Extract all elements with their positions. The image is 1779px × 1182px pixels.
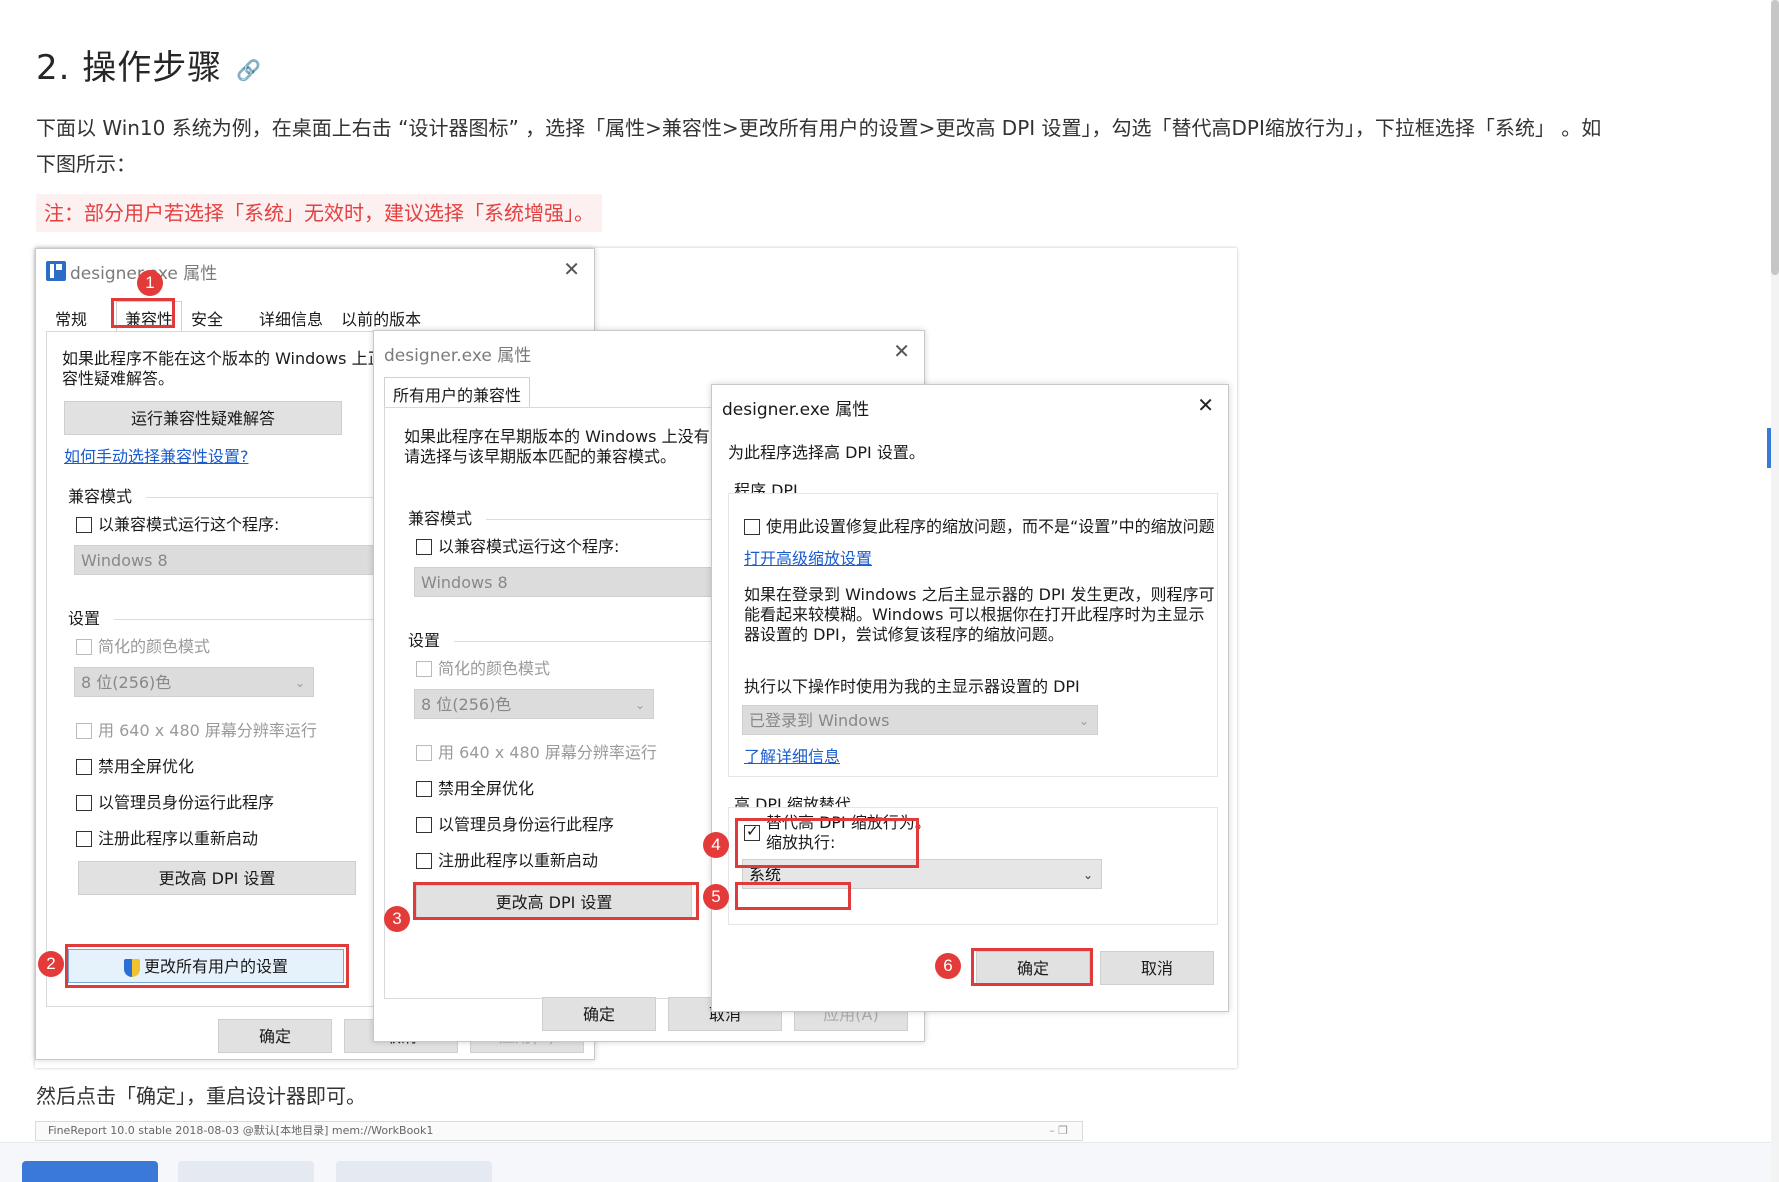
dialog3-title: designer.exe 属性 (722, 400, 870, 420)
dialog2-tabs: 所有用户的兼容性 (384, 377, 531, 411)
cancel-button[interactable]: 取消 (1100, 951, 1214, 985)
note-callout: 注：部分用户若选择「系统」无效时，建议选择「系统增强」。 (36, 194, 602, 232)
step-badge-2: 2 (38, 951, 64, 977)
register-restart-label: 注册此程序以重新启动 (98, 829, 259, 848)
disable-fullscreen-label: 禁用全屏优化 (98, 757, 195, 776)
run-admin-label: 以管理员身份运行此程序 (438, 815, 615, 834)
chevron-down-icon: ⌄ (634, 698, 645, 712)
highlight-change-all-users (65, 944, 349, 988)
highlight-compat-tab (111, 298, 175, 328)
side-indicator (1767, 428, 1771, 468)
ok-button[interactable]: 确定 (218, 1019, 332, 1053)
change-dpi-button[interactable]: 更改高 DPI 设置 (78, 861, 356, 895)
color-mode-value: 8 位(256)色 (81, 673, 172, 692)
highlight-ok-button (971, 948, 1093, 986)
use-setting-label: 使用此设置修复此程序的缩放问题，而不是“设置”中的缩放问题 (766, 517, 1215, 536)
toolbar-button-primary[interactable] (22, 1161, 158, 1182)
dialog2-intro: 如果此程序在早期版本的 Windows 上没有问 (404, 427, 726, 446)
highlight-system-option (735, 882, 851, 910)
dialog3-heading: 为此程序选择高 DPI 设置。 (728, 443, 925, 462)
tab-all-users-compat[interactable]: 所有用户的兼容性 (384, 377, 531, 411)
highlight-override-checkbox (735, 818, 919, 868)
ok-button[interactable]: 确定 (542, 997, 656, 1031)
highlight-change-dpi (413, 882, 699, 920)
settings-group-label: 设置 (408, 631, 441, 650)
toolbar-button-secondary[interactable] (178, 1161, 314, 1182)
high-dpi-dialog: designer.exe 属性 ✕ 为此程序选择高 DPI 设置。 程序 DPI… (711, 384, 1229, 1012)
dialog1-intro: 如果此程序不能在这个版本的 Windows 上正 (62, 349, 384, 368)
next-screenshot-strip: FineReport 10.0 stable 2018-08-03 @默认[本地… (35, 1121, 1083, 1141)
section-heading: 2. 操作步骤 🔗 (36, 40, 262, 89)
closing-paragraph: 然后点击「确定」，重启设计器即可。 (36, 1084, 366, 1108)
app-icon (46, 261, 66, 281)
run-admin-checkbox[interactable] (416, 817, 432, 833)
link-icon[interactable]: 🔗 (236, 58, 262, 82)
scrollbar-thumb[interactable] (1771, 0, 1779, 275)
step-badge-1: 1 (137, 270, 163, 296)
reduced-color-label: 简化的颜色模式 (98, 637, 211, 656)
tab-details[interactable]: 详细信息 (250, 301, 332, 335)
run-640-checkbox[interactable] (416, 745, 432, 761)
dialog2-title: designer.exe 属性 (384, 346, 532, 366)
intro-paragraph: 下面以 Win10 系统为例，在桌面上右击 “设计器图标” ，选择「属性>兼容性… (36, 116, 1602, 176)
chevron-down-icon: ⌄ (1082, 868, 1093, 882)
use-dpi-label: 执行以下操作时使用为我的主显示器设置的 DPI (744, 677, 1080, 696)
dpi-explain-2: 能看起来较模糊。Windows 可以根据你在打开此程序时为主显示 (744, 605, 1205, 624)
advanced-scaling-link[interactable]: 打开高级缩放设置 (744, 549, 872, 569)
dpi-explain-3: 器设置的 DPI，尝试修复该程序的缩放问题。 (744, 625, 1064, 644)
run-admin-label: 以管理员身份运行此程序 (98, 793, 275, 812)
close-icon[interactable]: ✕ (893, 339, 910, 363)
strip-title: FineReport 10.0 stable 2018-08-03 @默认[本地… (48, 1124, 434, 1137)
register-restart-label: 注册此程序以重新启动 (438, 851, 599, 870)
dialog2-intro2: 请选择与该早期版本匹配的兼容模式。 (404, 447, 677, 466)
compat-mode-label: 以兼容模式运行这个程序: (98, 515, 280, 534)
chevron-down-icon: ⌄ (294, 676, 305, 690)
dpi-explain-1: 如果在登录到 Windows 之后主显示器的 DPI 发生更改，则程序可 (744, 585, 1215, 604)
chevron-down-icon: ⌄ (1078, 714, 1089, 728)
learn-more-link[interactable]: 了解详细信息 (744, 747, 840, 767)
color-mode-select[interactable]: 8 位(256)色 ⌄ (74, 667, 314, 697)
close-icon[interactable]: ✕ (563, 257, 580, 281)
color-mode-select[interactable]: 8 位(256)色 ⌄ (414, 689, 654, 719)
step-badge-5: 5 (703, 884, 729, 910)
compat-mode-group-label: 兼容模式 (68, 487, 133, 506)
run-troubleshooter-button[interactable]: 运行兼容性疑难解答 (64, 401, 342, 435)
color-mode-value: 8 位(256)色 (421, 695, 512, 714)
use-setting-checkbox[interactable] (744, 519, 760, 535)
toolbar-button-tertiary[interactable] (336, 1161, 492, 1182)
compat-mode-checkbox[interactable] (76, 517, 92, 533)
bottom-toolbar (0, 1142, 1779, 1182)
run-640-checkbox[interactable] (76, 723, 92, 739)
use-dpi-select[interactable]: 已登录到 Windows ⌄ (742, 705, 1098, 735)
close-icon[interactable]: ✕ (1197, 393, 1214, 417)
compat-mode-checkbox[interactable] (416, 539, 432, 555)
run-640-label: 用 640 x 480 屏幕分辨率运行 (438, 743, 657, 762)
dialog1-intro2: 容性疑难解答。 (62, 369, 175, 388)
disable-fullscreen-checkbox[interactable] (76, 759, 92, 775)
tab-general[interactable]: 常规 (46, 301, 96, 335)
window-controls-icon: – ❐ (1049, 1124, 1068, 1137)
disable-fullscreen-checkbox[interactable] (416, 781, 432, 797)
use-dpi-value: 已登录到 Windows (749, 711, 890, 730)
manual-compat-link[interactable]: 如何手动选择兼容性设置? (64, 447, 249, 467)
disable-fullscreen-label: 禁用全屏优化 (438, 779, 535, 798)
run-640-label: 用 640 x 480 屏幕分辨率运行 (98, 721, 317, 740)
reduced-color-label: 简化的颜色模式 (438, 659, 551, 678)
reduced-color-checkbox[interactable] (76, 639, 92, 655)
compat-mode-group-label: 兼容模式 (408, 509, 473, 528)
dialogs-screenshot: designer.exe 属性 ✕ 常规 兼容性 安全 详细信息 以前的版本 如… (35, 248, 1237, 1068)
section-heading-text: 2. 操作步骤 (36, 48, 223, 88)
settings-group-label: 设置 (68, 609, 101, 628)
compat-mode-label: 以兼容模式运行这个程序: (438, 537, 620, 556)
register-restart-checkbox[interactable] (416, 853, 432, 869)
register-restart-checkbox[interactable] (76, 831, 92, 847)
step-badge-6: 6 (935, 953, 961, 979)
run-admin-checkbox[interactable] (76, 795, 92, 811)
step-badge-3: 3 (384, 906, 410, 932)
step-badge-4: 4 (703, 832, 729, 858)
reduced-color-checkbox[interactable] (416, 661, 432, 677)
tab-security[interactable]: 安全 (182, 301, 232, 335)
